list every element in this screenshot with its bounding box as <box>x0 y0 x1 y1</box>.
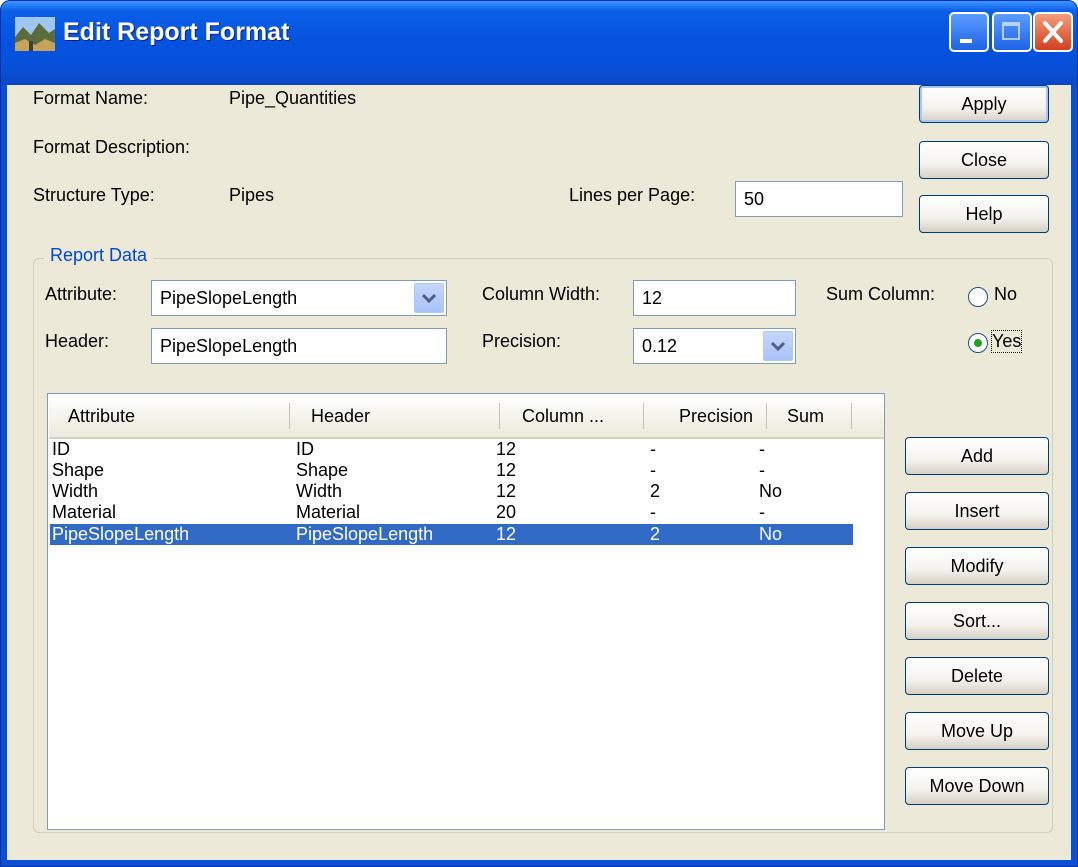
cell-precision: - <box>650 439 656 459</box>
modify-button[interactable]: Modify <box>905 547 1049 585</box>
column-separator[interactable] <box>289 403 290 429</box>
format-description-label: Format Description: <box>33 137 191 157</box>
cell-column-width: 20 <box>496 502 517 522</box>
terrain-app-icon <box>15 17 55 51</box>
attribute-combobox[interactable]: PipeSlopeLength <box>151 280 447 316</box>
cell-header: Width <box>296 481 343 501</box>
close-icon <box>1043 21 1063 43</box>
format-name-value: Pipe_Quantities <box>229 88 357 108</box>
cell-header: Material <box>296 502 361 522</box>
cell-sum: No <box>759 481 783 501</box>
maximize-button[interactable] <box>992 12 1032 52</box>
attribute-label: Attribute: <box>45 284 118 304</box>
precision-combobox[interactable]: 0.12 <box>633 328 796 364</box>
column-separator[interactable] <box>643 403 644 429</box>
sum-no-label[interactable]: No <box>994 284 1017 305</box>
insert-button[interactable]: Insert <box>905 492 1049 530</box>
close-window-button[interactable] <box>1033 12 1073 52</box>
sum-no-radio[interactable] <box>968 287 988 307</box>
cell-attribute: Shape <box>52 460 105 480</box>
cell-header: PipeSlopeLength <box>296 524 434 544</box>
cell-attribute: Material <box>52 502 117 522</box>
lines-per-page-label: Lines per Page: <box>569 185 696 205</box>
sort-button[interactable]: Sort... <box>905 602 1049 640</box>
column-header-sum[interactable]: Sum <box>787 395 824 437</box>
structure-type-value: Pipes <box>229 185 275 205</box>
table-row[interactable]: ID ID 12 - - <box>50 439 853 460</box>
lines-per-page-input[interactable]: 50 <box>735 181 903 217</box>
cell-header: ID <box>296 439 314 459</box>
cell-header: Shape <box>296 460 349 480</box>
close-button[interactable]: Close <box>919 141 1049 179</box>
delete-button[interactable]: Delete <box>905 657 1049 695</box>
column-width-label: Column Width: <box>482 284 601 304</box>
minimize-icon <box>960 39 972 43</box>
chevron-down-icon <box>421 293 437 304</box>
column-separator[interactable] <box>499 403 500 429</box>
window-title: Edit Report Format <box>63 18 290 46</box>
cell-attribute: PipeSlopeLength <box>52 524 190 544</box>
column-header-column-width[interactable]: Column ... <box>522 395 604 437</box>
report-data-group-title: Report Data <box>44 245 154 266</box>
title-bar[interactable]: Edit Report Format <box>1 1 1077 85</box>
cell-precision: 2 <box>650 481 661 501</box>
sum-yes-label[interactable]: Yes <box>990 330 1023 353</box>
column-separator[interactable] <box>766 403 767 429</box>
cell-precision: - <box>650 502 656 522</box>
add-button[interactable]: Add <box>905 437 1049 475</box>
cell-column-width: 12 <box>496 481 517 501</box>
help-button[interactable]: Help <box>919 195 1049 233</box>
cell-sum: - <box>759 460 765 480</box>
list-header: Attribute Header Column ... Precision Su… <box>49 395 884 439</box>
cell-column-width: 12 <box>496 439 517 459</box>
apply-button[interactable]: Apply <box>919 85 1049 123</box>
minimize-button[interactable] <box>949 12 989 52</box>
header-label: Header: <box>45 331 110 351</box>
precision-dropdown-button[interactable] <box>763 331 793 361</box>
cell-sum: - <box>759 439 765 459</box>
sum-column-label: Sum Column: <box>826 284 936 304</box>
attribute-combobox-value: PipeSlopeLength <box>160 288 298 308</box>
move-down-button[interactable]: Move Down <box>905 767 1049 805</box>
column-header-precision[interactable]: Precision <box>679 395 753 437</box>
precision-combobox-value: 0.12 <box>642 336 678 356</box>
move-up-button[interactable]: Move Up <box>905 712 1049 750</box>
column-header-header[interactable]: Header <box>311 395 370 437</box>
cell-column-width: 12 <box>496 460 517 480</box>
sum-yes-radio[interactable] <box>968 333 988 353</box>
chevron-down-icon <box>770 341 786 352</box>
maximize-icon <box>1002 22 1020 40</box>
cell-sum: No <box>759 524 783 544</box>
cell-precision: 2 <box>650 524 661 544</box>
cell-attribute: Width <box>52 481 99 501</box>
radio-selected-dot <box>974 339 982 347</box>
header-input[interactable]: PipeSlopeLength <box>151 328 447 364</box>
attribute-dropdown-button[interactable] <box>414 283 444 313</box>
column-width-input[interactable]: 12 <box>633 280 796 316</box>
table-row[interactable]: Shape Shape 12 - - <box>50 460 853 481</box>
structure-type-label: Structure Type: <box>33 185 155 205</box>
cell-sum: - <box>759 502 765 522</box>
cell-attribute: ID <box>52 439 70 459</box>
cell-precision: - <box>650 460 656 480</box>
table-row-selected[interactable]: PipeSlopeLength PipeSlopeLength 12 2 No <box>50 524 853 545</box>
format-name-label: Format Name: <box>33 88 149 108</box>
column-header-attribute[interactable]: Attribute <box>68 395 135 437</box>
table-row[interactable]: Material Material 20 - - <box>50 502 853 523</box>
table-row[interactable]: Width Width 12 2 No <box>50 481 853 502</box>
report-columns-list[interactable]: Attribute Header Column ... Precision Su… <box>47 393 885 830</box>
column-separator[interactable] <box>851 403 852 429</box>
cell-column-width: 12 <box>496 524 517 544</box>
precision-label: Precision: <box>482 331 562 351</box>
